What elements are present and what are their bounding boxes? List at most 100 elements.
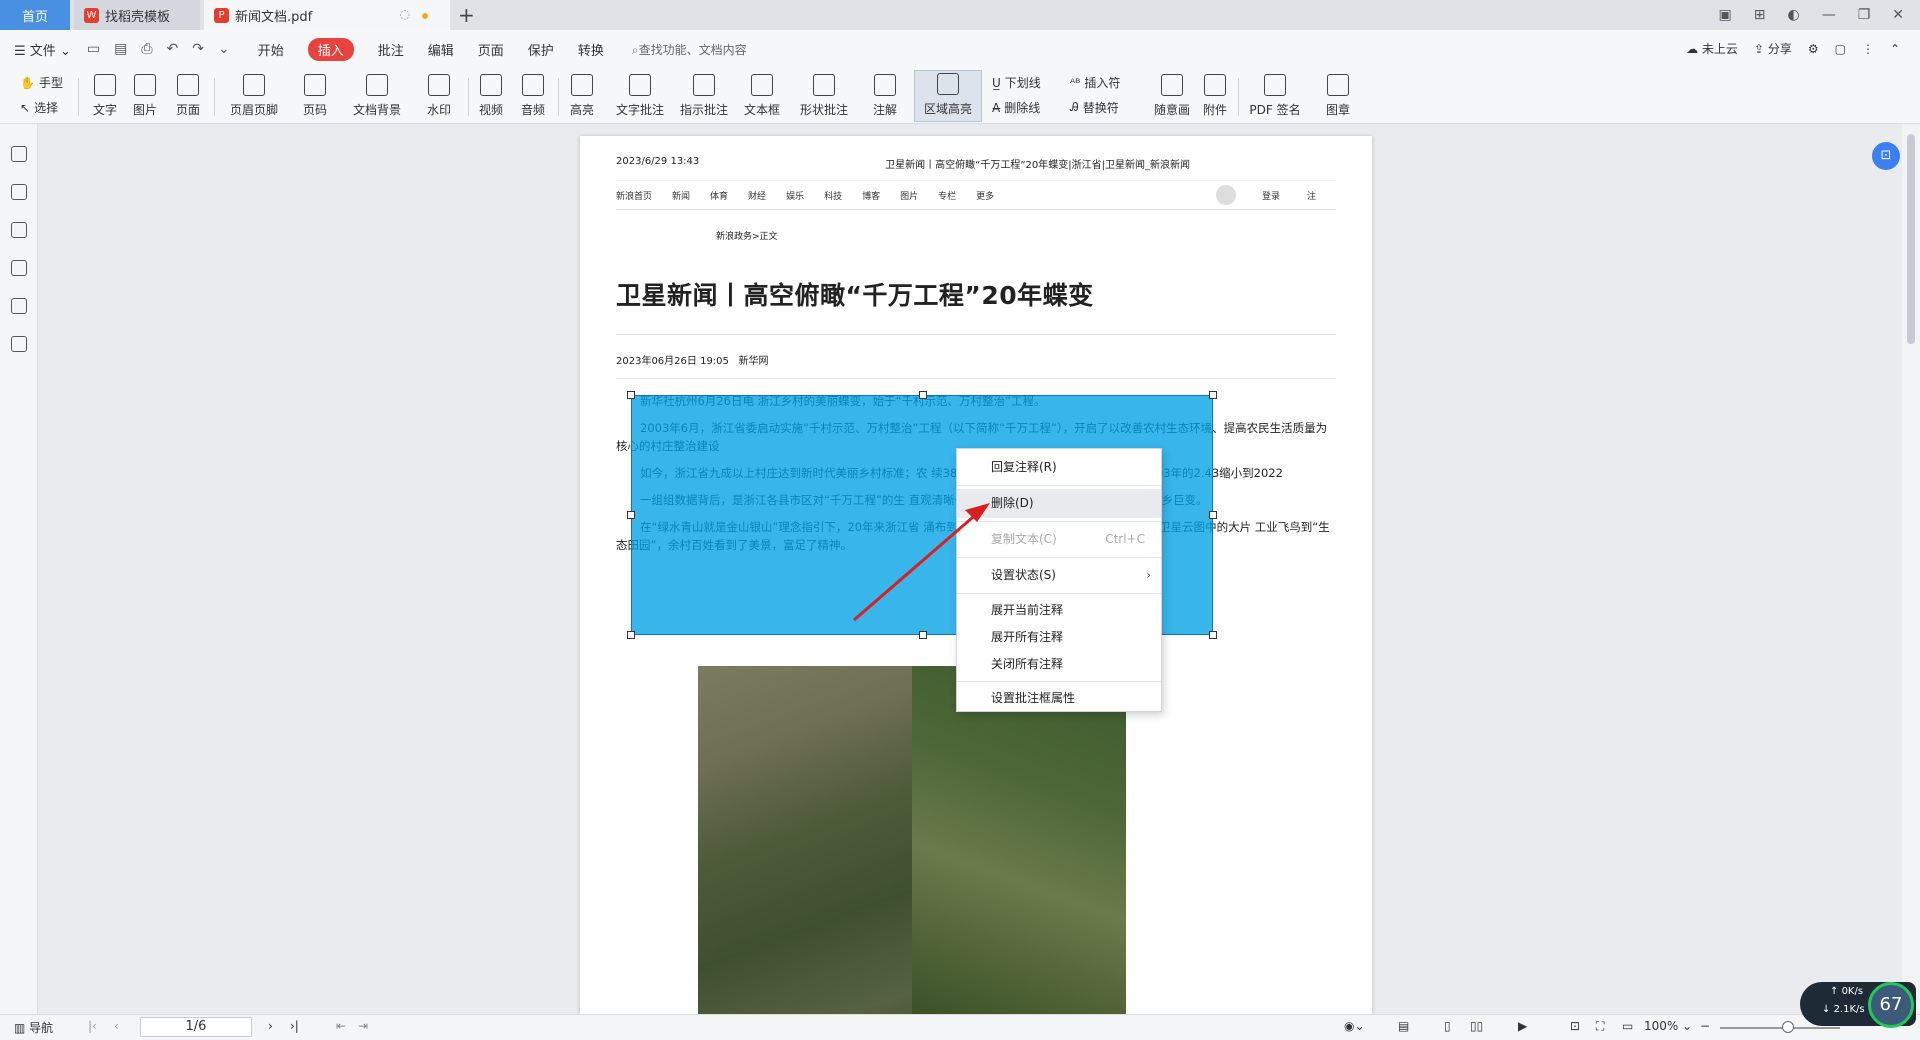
customize-icon[interactable]: ⌄ bbox=[218, 41, 230, 57]
pdf-sign-button[interactable]: PDF 签名 bbox=[1242, 70, 1308, 122]
signature-panel-icon[interactable] bbox=[10, 298, 27, 314]
freehand-button[interactable]: 随意画 bbox=[1150, 70, 1194, 122]
undo-icon[interactable]: ↶ bbox=[167, 41, 179, 57]
new-tab-button[interactable]: + bbox=[458, 3, 475, 27]
tab-template[interactable]: W 找稻壳模板 bbox=[74, 0, 200, 30]
forward-icon[interactable]: ⇥ bbox=[358, 1019, 368, 1033]
share-button[interactable]: ⇪ 分享 bbox=[1754, 40, 1792, 57]
restore-button[interactable]: ❐ bbox=[1858, 7, 1871, 23]
menu-protect[interactable]: 保护 bbox=[528, 40, 554, 59]
close-all-item[interactable]: 关闭所有注释 bbox=[957, 651, 1161, 678]
resize-handle[interactable] bbox=[627, 511, 635, 519]
menu-start[interactable]: 开始 bbox=[258, 40, 284, 59]
redo-icon[interactable]: ↷ bbox=[192, 41, 204, 57]
menu-insert[interactable]: 插入 bbox=[307, 37, 354, 61]
set-status-item[interactable]: 设置状态(S) › bbox=[957, 561, 1161, 590]
highlight-button[interactable]: 高亮 bbox=[562, 70, 602, 122]
two-page-icon[interactable]: ▯▯ bbox=[1470, 1019, 1483, 1033]
stamp-button[interactable]: 图章 bbox=[1316, 70, 1360, 122]
zoom-select[interactable]: 100% ⌄ bbox=[1644, 1019, 1692, 1033]
zoom-slider-handle[interactable] bbox=[1782, 1021, 1794, 1033]
expand-current-item[interactable]: 展开当前注释 bbox=[957, 597, 1161, 624]
vertical-scrollbar[interactable] bbox=[1902, 124, 1920, 1014]
underline-button[interactable]: U̲ 下划线 bbox=[992, 74, 1041, 91]
zoom-out-button[interactable]: − bbox=[1700, 1019, 1710, 1033]
menu-edit[interactable]: 编辑 bbox=[428, 40, 454, 59]
layout-icon[interactable]: ▣ bbox=[1719, 7, 1732, 23]
expand-all-item[interactable]: 展开所有注释 bbox=[957, 624, 1161, 651]
file-menu[interactable]: ☰ 文件 ⌄ bbox=[14, 40, 71, 59]
text-note-button[interactable]: 文字批注 bbox=[612, 70, 668, 122]
menu-convert[interactable]: 转换 bbox=[578, 40, 604, 59]
navigation-toggle[interactable]: ▥ 导航 bbox=[14, 1019, 53, 1036]
scroll-thumb[interactable] bbox=[1907, 134, 1915, 344]
watermark-button[interactable]: 水印 bbox=[418, 70, 460, 122]
insert-text-button[interactable]: 文字 bbox=[88, 70, 122, 122]
header-footer-button[interactable]: 页眉页脚 bbox=[224, 70, 284, 122]
menu-annotate[interactable]: 批注 bbox=[378, 40, 404, 59]
audio-button[interactable]: 音频 bbox=[516, 70, 550, 122]
prev-page-button[interactable]: ‹ bbox=[114, 1019, 119, 1033]
last-page-button[interactable]: ›| bbox=[290, 1019, 299, 1033]
floating-tool-icon[interactable]: ⊡ bbox=[1872, 142, 1900, 170]
first-page-button[interactable]: |‹ bbox=[88, 1019, 97, 1033]
resize-handle[interactable] bbox=[919, 631, 927, 639]
hand-tool[interactable]: ✋ 手型 bbox=[20, 74, 63, 91]
resize-handle[interactable] bbox=[1209, 511, 1217, 519]
shape-note-button[interactable]: 形状批注 bbox=[792, 70, 856, 122]
resize-handle[interactable] bbox=[919, 391, 927, 399]
cloud-button[interactable]: ☁ 未上云 bbox=[1686, 40, 1738, 57]
save-icon[interactable]: ▤ bbox=[114, 41, 127, 57]
print-icon[interactable]: ⎙ bbox=[141, 41, 152, 57]
thumbnail-icon[interactable] bbox=[10, 184, 27, 200]
comment-panel-icon[interactable] bbox=[10, 222, 27, 238]
resize-handle[interactable] bbox=[1209, 391, 1217, 399]
continuous-icon[interactable]: ▯ bbox=[1444, 1019, 1451, 1033]
eye-icon[interactable]: ◉⌄ bbox=[1344, 1019, 1365, 1033]
video-button[interactable]: 视频 bbox=[474, 70, 508, 122]
tab-document[interactable]: P 新闻文档.pdf ◌ bbox=[204, 0, 450, 30]
settings-icon[interactable]: ⚙ bbox=[1808, 42, 1819, 56]
tab-home[interactable]: 首页 bbox=[0, 0, 70, 30]
area-highlight-button[interactable]: 区域高亮 bbox=[914, 70, 982, 122]
insert-char-button[interactable]: ᴬᴮ 插入符 bbox=[1070, 74, 1120, 91]
close-button[interactable]: ✕ bbox=[1892, 7, 1904, 23]
grid-icon[interactable]: ⊞ bbox=[1754, 7, 1766, 23]
message-icon[interactable]: ▢ bbox=[1835, 42, 1846, 56]
attachment-button[interactable]: 附件 bbox=[1198, 70, 1232, 122]
doc-background-button[interactable]: 文档背景 bbox=[346, 70, 408, 122]
avatar[interactable]: ◐ bbox=[1787, 7, 1799, 23]
insert-page-button[interactable]: 页面 bbox=[168, 70, 208, 122]
collapse-icon[interactable]: ⌃ bbox=[1890, 42, 1900, 56]
fit-page-icon[interactable]: ⛶ bbox=[1596, 1019, 1604, 1034]
delete-item[interactable]: 删除(D) bbox=[957, 489, 1161, 518]
pin-note-button[interactable]: 指示批注 bbox=[676, 70, 732, 122]
search-input[interactable]: ⌕查找功能、文档内容 bbox=[632, 41, 747, 58]
resize-handle[interactable] bbox=[627, 631, 635, 639]
strikethrough-button[interactable]: A̶ 删除线 bbox=[992, 99, 1040, 116]
resize-handle[interactable] bbox=[1209, 631, 1217, 639]
page-number-input[interactable]: 1/6 bbox=[140, 1017, 252, 1037]
page-number-button[interactable]: 页码 bbox=[294, 70, 336, 122]
box-properties-item[interactable]: 设置批注框属性 bbox=[957, 685, 1161, 712]
textbox-button[interactable]: 文本框 bbox=[740, 70, 784, 122]
next-page-button[interactable]: › bbox=[268, 1019, 273, 1033]
annotation-button[interactable]: 注解 bbox=[864, 70, 906, 122]
reply-annotation-item[interactable]: 回复注释(R) bbox=[957, 453, 1161, 482]
bookmark-icon[interactable] bbox=[10, 146, 27, 162]
minimize-button[interactable]: — bbox=[1822, 7, 1836, 23]
open-icon[interactable]: ▭ bbox=[87, 41, 100, 57]
zoom-slider[interactable] bbox=[1720, 1027, 1840, 1029]
single-page-icon[interactable]: ▤ bbox=[1398, 1019, 1409, 1033]
actual-size-icon[interactable]: ⊡ bbox=[1570, 1019, 1580, 1033]
insert-image-button[interactable]: 图片 bbox=[128, 70, 162, 122]
menu-page[interactable]: 页面 bbox=[478, 40, 504, 59]
copy-text-item[interactable]: 复制文本(C) Ctrl+C bbox=[957, 525, 1161, 554]
attachment-panel-icon[interactable] bbox=[10, 260, 27, 276]
select-tool[interactable]: ↖ 选择 bbox=[20, 99, 58, 116]
layers-icon[interactable] bbox=[10, 336, 27, 352]
more-icon[interactable]: ⋮ bbox=[1862, 42, 1874, 56]
fit-width-icon[interactable]: ▭ bbox=[1622, 1019, 1633, 1033]
back-icon[interactable]: ⇤ bbox=[336, 1019, 346, 1033]
comment-icon[interactable]: ◌ bbox=[400, 7, 410, 21]
